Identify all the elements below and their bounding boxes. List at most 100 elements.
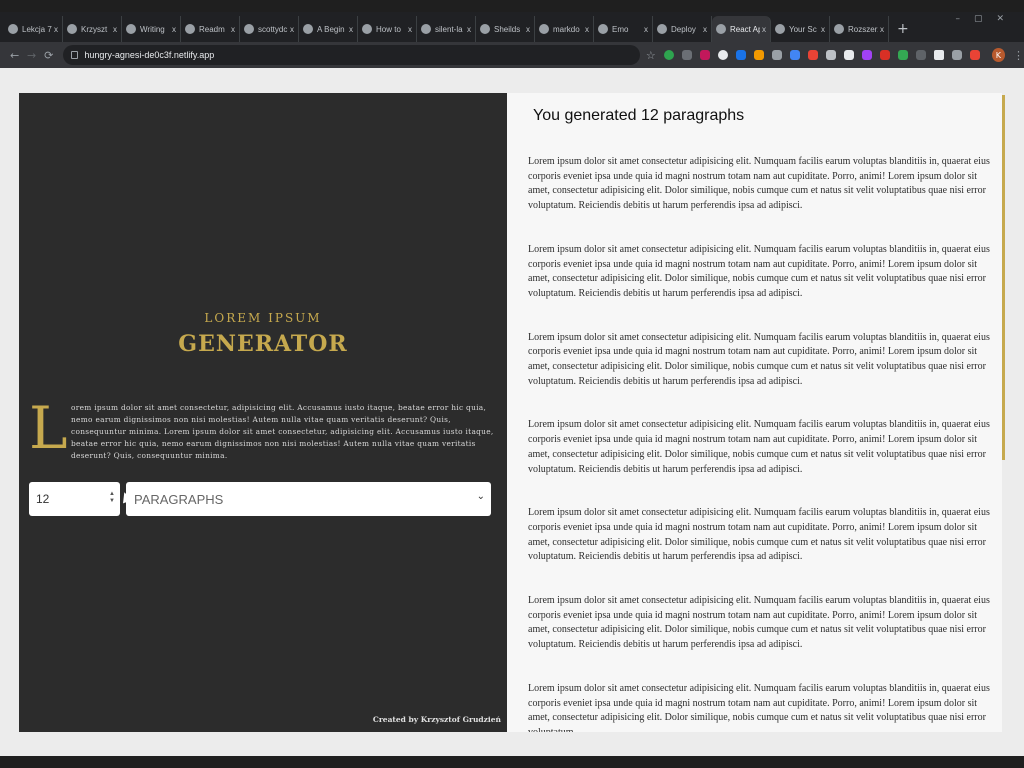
extension-icon[interactable] [879,50,890,60]
tab-favicon-icon [244,24,254,34]
lock-icon [71,51,79,59]
tab-close-icon[interactable]: x [762,25,766,34]
tab-label: How to [376,24,401,34]
extension-icon[interactable] [717,50,728,60]
results-heading: You generated 12 paragraphs [533,107,745,124]
browser-tab[interactable]: Emo x [594,16,653,42]
tab-close-icon[interactable]: x [821,25,825,34]
extension-icon[interactable] [681,50,692,60]
extension-icon[interactable] [915,50,926,60]
extension-icon[interactable] [735,50,746,60]
tab-label: markdo [553,24,580,34]
new-tab-button[interactable]: + [889,16,917,42]
tab-close-icon[interactable]: x [585,25,589,34]
tab-favicon-icon [480,24,490,34]
tab-label: Sheilds [494,24,521,34]
tab-label: Readm [199,24,225,34]
extension-icon[interactable] [771,50,782,60]
back-icon[interactable]: ← [6,49,23,62]
generator-panel: LOREM IPSUM GENERATOR L orem ipsum dolor… [19,93,507,732]
tab-favicon-icon [185,24,195,34]
tab-close-icon[interactable]: x [703,25,707,34]
window-controls[interactable]: –▢✕ [955,14,1018,24]
tab-label: A Begin [317,24,345,34]
browser-tab[interactable]: scottydc x [240,16,299,42]
extension-icon[interactable] [753,50,764,60]
browser-tab[interactable]: Writing x [122,16,181,42]
url-text: hungry-agnesi-de0c3f.netlify.app [84,50,215,60]
tab-close-icon[interactable]: x [349,25,353,34]
browser-tab[interactable]: Lekcja 7: x [4,16,63,42]
tab-close-icon[interactable]: x [290,25,294,34]
tab-close-icon[interactable]: x [54,25,58,34]
extension-icon[interactable] [663,50,674,60]
extension-icon[interactable] [789,50,800,60]
extension-icon[interactable] [969,50,980,60]
extension-icon[interactable] [807,50,818,60]
extension-icon[interactable] [897,50,908,60]
tab-label: Lekcja 7: [22,24,52,34]
count-value: 12 [36,492,50,506]
scrollbar[interactable] [1002,93,1005,732]
browser-tab[interactable]: React Ap x [712,16,771,42]
tab-favicon-icon [126,24,136,34]
browser-tab[interactable]: Sheilds x [476,16,535,42]
tab-close-icon[interactable]: x [113,25,117,34]
tab-close-icon[interactable]: x [231,25,235,34]
tab-label: Your Sc [789,24,817,34]
screen-bottom-bar [0,756,1024,768]
bookmark-star-icon[interactable]: ☆ [646,49,656,62]
generated-paragraph: Lorem ipsum dolor sit amet consectetur a… [528,595,990,651]
scrollbar-thumb[interactable] [1002,95,1005,460]
address-bar[interactable]: hungry-agnesi-de0c3f.netlify.app [63,45,640,65]
browser-toolbar: ← → ⟳ hungry-agnesi-de0c3f.netlify.app ☆… [0,42,1024,68]
tab-label: scottydc [258,24,288,34]
browser-tab[interactable]: A Begin x [299,16,358,42]
tab-favicon-icon [67,24,77,34]
unit-select[interactable]: PARAGRAPHS ⌄ [126,482,491,516]
generated-paragraph: Lorem ipsum dolor sit amet consectetur a… [528,243,990,299]
page-title: GENERATOR [178,331,348,357]
unit-selected: PARAGRAPHS [134,491,224,507]
results-panel: You generated 12 paragraphs Lorem ipsum … [507,93,1005,732]
tab-favicon-icon [362,24,372,34]
browser-tab[interactable]: Rozszerzx [830,16,889,42]
profile-avatar[interactable]: K [991,48,1005,62]
dropcap-letter: L [29,394,68,462]
reload-icon[interactable]: ⟳ [40,49,57,62]
title-bar [0,0,1024,12]
extension-icon[interactable] [699,50,710,60]
tab-close-icon[interactable]: x [880,25,884,34]
tab-favicon-icon [716,24,726,34]
tab-label: silent-la [435,24,463,34]
spinner-arrows-icon[interactable]: ▲ ▼ [109,491,115,505]
tab-close-icon[interactable]: x [408,25,412,34]
tab-label: Rozszerz [848,24,878,34]
extension-icon[interactable] [951,50,962,60]
forward-icon[interactable]: → [23,49,40,62]
browser-tab[interactable]: Your Sc x [771,16,830,42]
extension-icon[interactable] [843,50,854,60]
tab-favicon-icon [598,24,608,34]
tab-close-icon[interactable]: x [467,25,471,34]
extension-icon[interactable] [825,50,836,60]
puzzle-icon[interactable] [933,50,944,60]
page-subtitle: LOREM IPSUM [204,311,322,325]
tab-favicon-icon [775,24,785,34]
browser-tab[interactable]: Deploy x [653,16,712,42]
browser-tab[interactable]: Readm x [181,16,240,42]
tab-favicon-icon [539,24,549,34]
page-viewport: LOREM IPSUM GENERATOR L orem ipsum dolor… [0,68,1024,756]
browser-tab[interactable]: markdo x [535,16,594,42]
browser-menu-icon[interactable]: ⋮ [1013,49,1024,62]
browser-tab[interactable]: Krzyszt x [63,16,122,42]
tab-close-icon[interactable]: x [172,25,176,34]
tab-close-icon[interactable]: x [644,25,648,34]
extension-icon[interactable] [861,50,872,60]
tab-favicon-icon [421,24,431,34]
generated-paragraph: Lorem ipsum dolor sit amet consectetur a… [528,507,990,563]
browser-tab[interactable]: silent-la x [417,16,476,42]
browser-tab[interactable]: How to x [358,16,417,42]
tab-close-icon[interactable]: x [526,25,530,34]
paragraph-count-input[interactable]: 12 ▲ ▼ [29,482,120,516]
